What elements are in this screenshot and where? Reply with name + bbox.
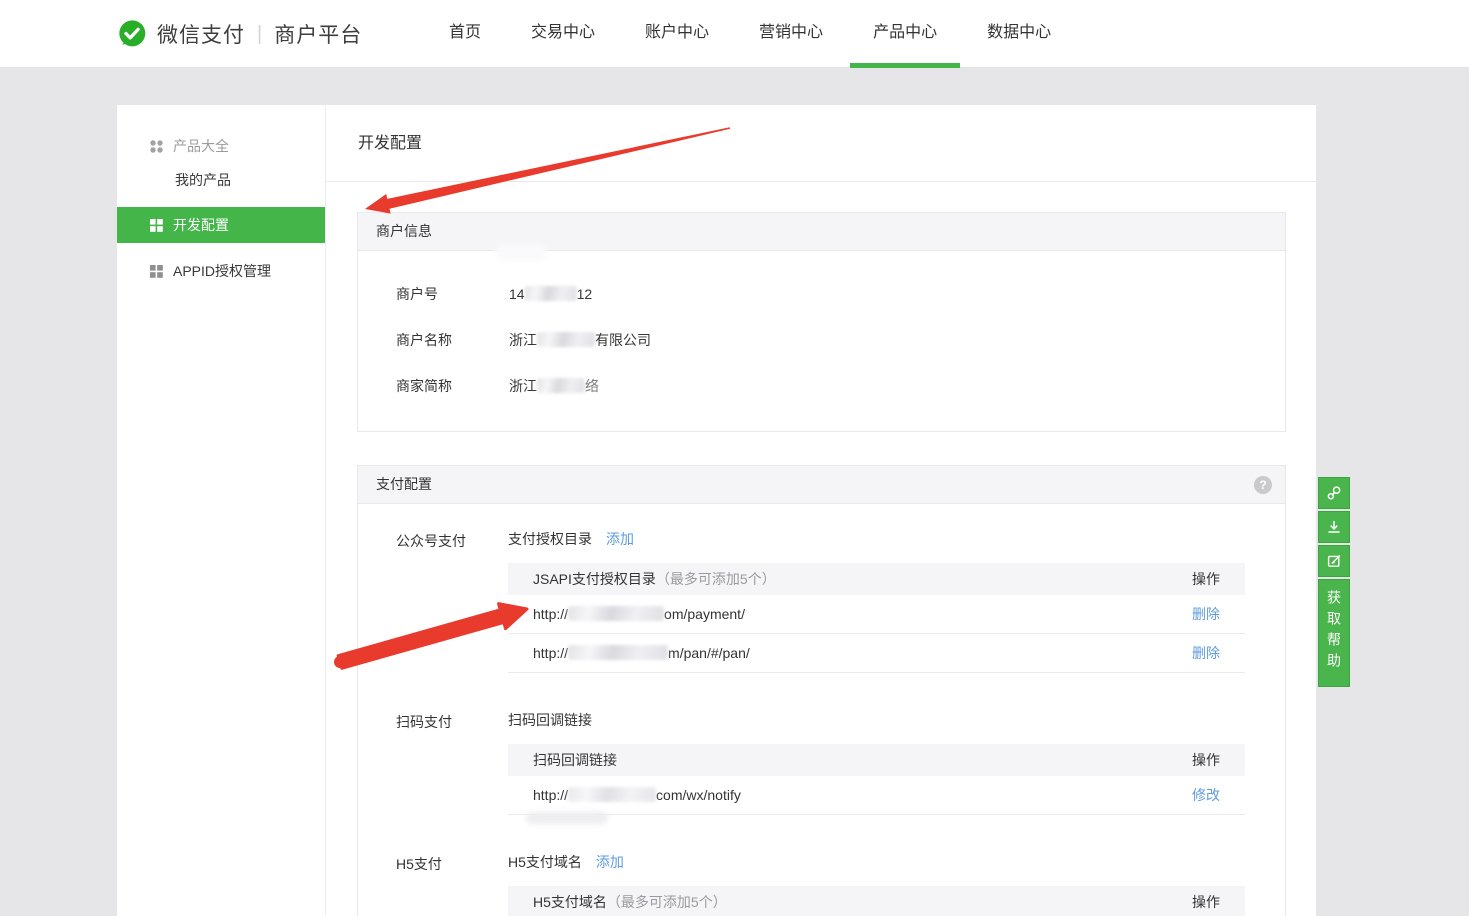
grid-dots-icon xyxy=(150,140,163,153)
merchant-name-value: 浙江有限公司 xyxy=(509,330,651,350)
action-column-header: 操作 xyxy=(1192,744,1220,776)
section-subtitle: 扫码回调链接 xyxy=(508,710,592,730)
h5-domain-table: H5支付域名（最多可添加5个） 操作 di.com 删除 xyxy=(508,886,1245,916)
merchant-id-value: 1412 xyxy=(509,286,592,302)
merchant-short-name-value: 浙江络 xyxy=(509,376,599,396)
merchant-short-name-row: 商家简称 浙江络 xyxy=(396,363,1285,409)
table-row: http://m/pan/#/pan/ 删除 xyxy=(508,634,1245,673)
get-help-label: 获取帮助 xyxy=(1324,590,1344,674)
add-auth-dir-link[interactable]: 添加 xyxy=(606,529,634,549)
redacted-text xyxy=(568,606,664,621)
table-row: http://com/wx/notify 修改 xyxy=(508,776,1245,815)
sidebar-item-product-catalog[interactable]: 产品大全 xyxy=(117,129,325,163)
sidebar-item-my-products[interactable]: 我的产品 xyxy=(117,163,325,197)
wechat-pay-logo-icon xyxy=(117,19,148,50)
section-subtitle: 支付授权目录 xyxy=(508,529,592,549)
auth-dir-url: http://om/payment/ xyxy=(533,595,745,633)
merchant-info-body: 商户号 1412 商户名称 浙江有限公司 商家简称 浙江络 xyxy=(358,251,1285,431)
merchant-id-row: 商户号 1412 xyxy=(396,271,1285,317)
qr-pay-section: 扫码支付 扫码回调链接 扫码回调链接 操作 xyxy=(396,709,1245,815)
merchant-info-title: 商户信息 xyxy=(376,223,432,239)
top-header: 微信支付 | 商户平台 首页 交易中心 账户中心 营销中心 产品中心 数据中心 xyxy=(0,0,1469,68)
download-button[interactable] xyxy=(1318,511,1350,543)
h5-pay-section: H5支付 H5支付域名 添加 H5支付域名（最多可添加5个） 操作 xyxy=(396,851,1245,916)
brand-logo: 微信支付 | 商户平台 xyxy=(117,0,362,68)
floating-toolbar: 获取帮助 xyxy=(1318,477,1350,687)
redacted-text xyxy=(537,332,595,347)
sidebar-item-dev-config[interactable]: 开发配置 xyxy=(117,207,325,243)
payment-config-box: 支付配置 ? 公众号支付 支付授权目录 添加 xyxy=(357,465,1286,916)
action-column-header: 操作 xyxy=(1192,563,1220,595)
redacted-text xyxy=(537,378,585,393)
nav-item-account-center[interactable]: 账户中心 xyxy=(620,0,734,68)
table-row: http://om/payment/ 删除 xyxy=(508,595,1245,634)
delete-link[interactable]: 删除 xyxy=(1192,634,1220,672)
nav-item-home[interactable]: 首页 xyxy=(424,0,506,68)
payment-config-header: 支付配置 ? xyxy=(358,466,1285,504)
sidebar-item-label: APPID授权管理 xyxy=(173,261,271,281)
delete-link[interactable]: 删除 xyxy=(1192,595,1220,633)
get-help-button[interactable]: 获取帮助 xyxy=(1318,579,1350,687)
redaction-blob xyxy=(495,244,547,261)
payment-config-title: 支付配置 xyxy=(376,476,432,492)
product-name: 商户平台 xyxy=(274,19,362,49)
edit-icon xyxy=(1326,553,1342,569)
redaction-blob xyxy=(526,812,608,824)
sidebar: 产品大全 我的产品 开发配置 APPID授权管理 xyxy=(117,105,325,916)
table-header: JSAPI支付授权目录（最多可添加5个） 操作 xyxy=(508,563,1245,595)
download-icon xyxy=(1326,519,1342,535)
field-label: 商户名称 xyxy=(396,330,509,350)
grid-squares-icon xyxy=(150,219,163,232)
link-icon xyxy=(1326,485,1342,501)
jsapi-pay-section: 公众号支付 支付授权目录 添加 JSAPI支付授权目录（最多可添加5个） 操作 xyxy=(396,528,1245,673)
help-icon[interactable]: ? xyxy=(1254,476,1272,494)
top-navigation: 首页 交易中心 账户中心 营销中心 产品中心 数据中心 xyxy=(424,0,1076,68)
qr-callback-table: 扫码回调链接 操作 http://com/wx/notify 修改 xyxy=(508,744,1245,815)
sidebar-item-label: 开发配置 xyxy=(173,215,229,235)
add-h5-domain-link[interactable]: 添加 xyxy=(596,852,624,872)
brand-name: 微信支付 xyxy=(157,19,245,49)
merchant-name-row: 商户名称 浙江有限公司 xyxy=(396,317,1285,363)
table-header: 扫码回调链接 操作 xyxy=(508,744,1245,776)
section-label: 公众号支付 xyxy=(396,528,508,673)
merchant-info-box: 商户信息 商户号 1412 商户名称 浙江有限公司 商家简称 浙江络 xyxy=(357,212,1286,432)
main-content: 商户信息 商户号 1412 商户名称 浙江有限公司 商家简称 浙江络 xyxy=(326,182,1316,916)
redacted-text xyxy=(525,286,577,301)
section-subtitle: H5支付域名 xyxy=(508,852,582,872)
section-label: 扫码支付 xyxy=(396,709,508,815)
field-label: 商户号 xyxy=(396,284,509,304)
wechat-pay-merchant-platform: 微信支付 | 商户平台 首页 交易中心 账户中心 营销中心 产品中心 数据中心 … xyxy=(0,0,1469,916)
nav-item-transaction-center[interactable]: 交易中心 xyxy=(506,0,620,68)
nav-item-product-center[interactable]: 产品中心 xyxy=(848,0,962,68)
auth-dir-url: http://m/pan/#/pan/ xyxy=(533,634,750,672)
redacted-text xyxy=(568,787,656,802)
sidebar-item-label: 产品大全 xyxy=(173,136,229,156)
nav-item-data-center[interactable]: 数据中心 xyxy=(962,0,1076,68)
main-panel: 开发配置 商户信息 商户号 1412 商户名称 浙江有限公司 xyxy=(325,105,1316,916)
redacted-text xyxy=(568,645,668,660)
sidebar-item-label: 我的产品 xyxy=(175,172,231,188)
page-title: 开发配置 xyxy=(326,105,1316,182)
callback-url: http://com/wx/notify xyxy=(533,776,741,814)
payment-config-body: 公众号支付 支付授权目录 添加 JSAPI支付授权目录（最多可添加5个） 操作 xyxy=(358,504,1285,916)
edit-button[interactable] xyxy=(1318,545,1350,577)
jsapi-auth-dir-table: JSAPI支付授权目录（最多可添加5个） 操作 http://om/paymen… xyxy=(508,563,1245,673)
grid-squares-icon xyxy=(150,265,163,278)
field-label: 商家简称 xyxy=(396,376,509,396)
logo-divider: | xyxy=(257,23,262,46)
section-label: H5支付 xyxy=(396,851,508,916)
action-column-header: 操作 xyxy=(1192,886,1220,916)
sidebar-item-appid-auth[interactable]: APPID授权管理 xyxy=(117,253,325,289)
table-header: H5支付域名（最多可添加5个） 操作 xyxy=(508,886,1245,916)
nav-item-marketing-center[interactable]: 营销中心 xyxy=(734,0,848,68)
link-button[interactable] xyxy=(1318,477,1350,509)
modify-link[interactable]: 修改 xyxy=(1192,776,1220,814)
